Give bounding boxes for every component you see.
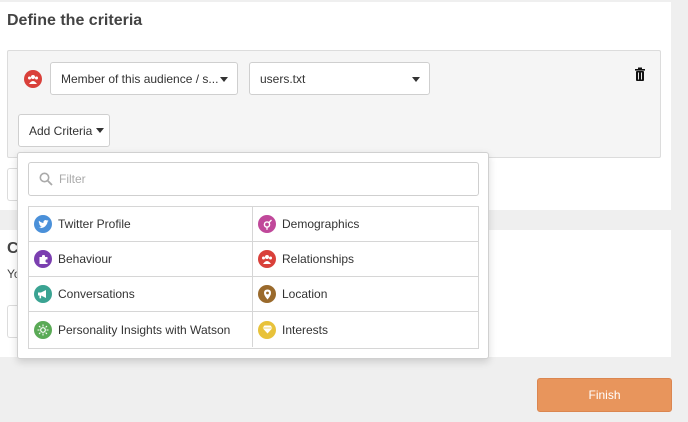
chevron-down-icon (412, 77, 420, 82)
category-relationships[interactable]: Relationships (253, 242, 478, 277)
megaphone-icon (34, 285, 52, 303)
category-interests[interactable]: Interests (253, 312, 478, 347)
category-label: Location (282, 287, 328, 301)
filter-input-wrapper[interactable] (28, 162, 479, 196)
criteria-type-value: Member of this audience / s... (61, 71, 219, 86)
category-demographics[interactable]: Demographics (253, 207, 478, 242)
category-label: Relationships (282, 252, 355, 266)
chevron-down-icon (220, 77, 228, 82)
criteria-type-select[interactable]: Member of this audience / s... (50, 62, 238, 95)
category-label: Behaviour (58, 252, 113, 266)
search-icon (39, 172, 53, 186)
puzzle-icon (34, 250, 52, 268)
add-criteria-button[interactable]: Add Criteria (18, 114, 110, 147)
people-icon (24, 70, 42, 88)
category-twitter-profile[interactable]: Twitter Profile (29, 207, 253, 242)
category-label: Personality Insights with Watson (58, 322, 231, 337)
location-pin-icon (258, 285, 276, 303)
filter-input[interactable] (59, 172, 459, 186)
category-behaviour[interactable]: Behaviour (29, 242, 253, 277)
section-title: Define the criteria (7, 12, 143, 29)
people-icon (258, 250, 276, 268)
finish-button[interactable]: Finish (537, 378, 672, 412)
category-grid: Twitter Profile Demographics Behaviour R… (28, 206, 479, 349)
audience-file-value: users.txt (260, 71, 306, 86)
add-criteria-dropdown: Twitter Profile Demographics Behaviour R… (17, 152, 489, 359)
twitter-icon (34, 215, 52, 233)
category-label: Interests (282, 322, 329, 337)
criteria-row-container: Member of this audience / s... users.txt… (7, 50, 661, 158)
category-personality-insights[interactable]: Personality Insights with Watson (29, 312, 253, 347)
gender-icon (258, 215, 276, 233)
caret-down-icon (96, 128, 105, 133)
category-label: Demographics (282, 217, 360, 231)
category-conversations[interactable]: Conversations (29, 277, 253, 312)
diamond-icon (258, 320, 276, 339)
add-criteria-label: Add Criteria (29, 123, 93, 138)
watson-icon (34, 320, 52, 339)
category-label: Twitter Profile (58, 217, 131, 231)
audience-file-select[interactable]: users.txt (249, 62, 430, 95)
category-location[interactable]: Location (253, 277, 478, 312)
trash-icon[interactable] (634, 67, 646, 81)
category-label: Conversations (58, 287, 135, 301)
